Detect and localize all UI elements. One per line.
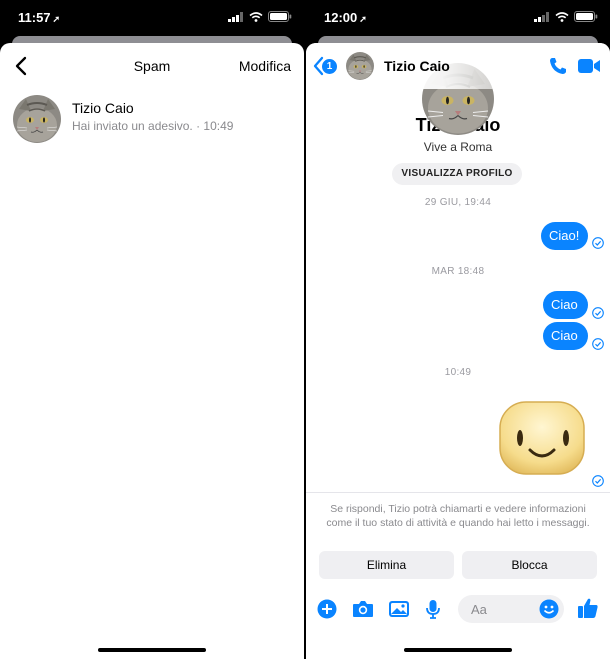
conversation-preview: Hai inviato un adesivo. · 10:49 — [72, 119, 233, 133]
read-receipt-icon — [592, 475, 604, 487]
conversation-row[interactable]: Tizio Caio Hai inviato un adesivo. · 10:… — [0, 95, 304, 155]
message-bubble[interactable]: Ciao! — [541, 222, 588, 250]
edit-button[interactable]: Modifica — [239, 58, 291, 74]
input-placeholder: Aa — [471, 602, 487, 617]
read-receipt-icon — [592, 237, 604, 249]
smiley-sticker[interactable] — [498, 400, 586, 476]
nav-bar: Spam Modifica — [0, 43, 304, 89]
gallery-icon[interactable] — [388, 599, 410, 619]
location-icon: ➚ — [359, 14, 367, 24]
status-bar: 11:57 ➚ — [0, 0, 304, 36]
camera-icon[interactable] — [352, 599, 374, 619]
signal-icon — [534, 11, 549, 22]
avatar[interactable] — [346, 52, 374, 80]
status-indicators — [534, 11, 598, 22]
right-screen: 12:00➚ 1 Tizio Caio Tizio Caio Vive a Ro… — [306, 0, 610, 659]
status-indicators — [228, 11, 292, 22]
message-timestamp: MAR 18:48 — [431, 266, 485, 277]
home-indicator — [98, 648, 206, 652]
wifi-icon — [249, 11, 263, 22]
phone-icon[interactable] — [548, 56, 568, 76]
message-timestamp: 10:49 — [444, 367, 472, 378]
video-icon[interactable] — [577, 57, 601, 75]
avatar — [13, 95, 61, 143]
status-time: 12:00 ➚ — [324, 10, 367, 25]
block-button[interactable]: Blocca — [462, 551, 597, 579]
read-receipt-icon — [592, 307, 604, 319]
reply-disclaimer: Se rispondi, Tizio potrà chiamarti e ved… — [326, 503, 590, 529]
emoji-icon[interactable] — [539, 599, 559, 619]
chat-header: 1 Tizio Caio — [306, 43, 610, 89]
left-screen: 11:57 ➚ Spam Modifica Tizio Caio Hai invi… — [0, 0, 304, 659]
battery-icon — [574, 11, 598, 22]
thumbs-up-icon[interactable] — [577, 597, 599, 619]
cat-photo — [13, 95, 61, 143]
divider — [306, 492, 610, 493]
view-profile-button[interactable]: VISUALIZZA PROFILO — [392, 163, 522, 185]
message-bubble[interactable]: Ciao — [543, 322, 588, 350]
chat-contact-name[interactable]: Tizio Caio — [384, 58, 450, 74]
microphone-icon[interactable] — [425, 599, 441, 619]
unread-badge[interactable]: 1 — [322, 59, 337, 74]
home-indicator — [404, 648, 512, 652]
conversation-name: Tizio Caio — [72, 100, 134, 116]
location-icon: ➚ — [52, 14, 61, 24]
preview-time: 10:49 — [203, 119, 234, 133]
composer: Aa — [306, 595, 610, 625]
profile-city: Vive a Roma — [423, 140, 493, 154]
delete-button[interactable]: Elimina — [319, 551, 454, 579]
spam-sheet: Spam Modifica Tizio Caio Hai inviato un … — [0, 43, 304, 659]
wifi-icon — [555, 11, 569, 22]
chat-sheet: Tizio Caio Vive a Roma VISUALIZZA PROFIL… — [306, 43, 610, 659]
status-bar: 12:00 ➚ — [306, 0, 610, 36]
message-bubble[interactable]: Ciao — [543, 291, 588, 319]
message-timestamp: 29 GIU, 19:44 — [424, 197, 492, 208]
battery-icon — [268, 11, 292, 22]
cat-photo — [346, 52, 374, 80]
preview-separator: · — [192, 119, 204, 133]
preview-text: Hai inviato un adesivo. — [72, 119, 193, 133]
read-receipt-icon — [592, 338, 604, 350]
add-icon[interactable] — [317, 599, 337, 619]
signal-icon — [228, 11, 243, 22]
status-time: 11:57 ➚ — [18, 10, 61, 25]
